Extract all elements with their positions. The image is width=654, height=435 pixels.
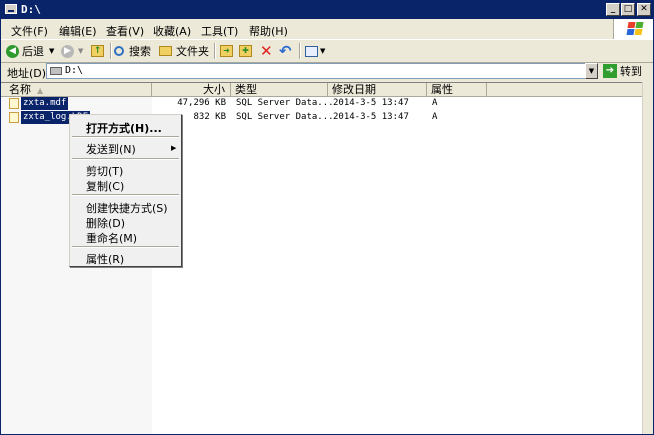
column-name-label: 名称 [9,83,31,96]
address-dropdown-button[interactable]: ▼ [585,63,598,79]
menu-favorites[interactable]: 收藏(A) [153,23,191,39]
toolbar-separator [214,43,216,59]
back-dropdown-icon[interactable]: ▼ [49,47,54,55]
drive-icon [50,67,62,75]
file-attributes: A [432,112,438,122]
folders-label: 文件夹 [176,45,209,58]
explorer-window: D:\ _ □ ✕ 文件(F) 编辑(E) 查看(V) 收藏(A) 工具(T) … [0,0,654,435]
back-label: 后退 [22,45,44,58]
menu-edit[interactable]: 编辑(E) [59,23,97,39]
file-type: SQL Server Data... [236,98,334,108]
address-bar: 地址(D) D:\ ▼ ➔ 转到 [1,62,653,81]
back-button[interactable]: ◀ 后退 ▼ [6,43,54,59]
menu-cut[interactable]: 剪切(T) [86,163,123,179]
menu-separator [72,194,179,196]
menu-separator [72,136,179,138]
search-icon [114,46,124,56]
submenu-arrow-icon: ▶ [171,144,177,152]
forward-button[interactable]: ▶ ▼ [61,43,83,59]
file-name[interactable]: zxta.mdf [21,97,69,110]
folder-icon [159,46,172,56]
column-modified[interactable]: 修改日期 [328,83,427,96]
delete-x-icon: ✕ [260,42,273,60]
close-button[interactable]: ✕ [637,3,651,16]
search-button[interactable]: 搜索 [114,43,151,59]
drive-window-icon[interactable] [5,4,17,14]
menu-open-with[interactable]: 打开方式(H)... [86,120,162,136]
file-icon [9,98,19,109]
file-type: SQL Server Data... [236,112,334,122]
context-menu: 打开方式(H)... 发送到(N) ▶ 剪切(T) 复制(C) 创建快捷方式(S… [69,114,182,267]
file-attributes: A [432,98,438,108]
views-icon [305,45,318,57]
move-to-icon: ➜ [220,45,233,57]
address-value: D:\ [65,65,84,76]
menu-delete[interactable]: 删除(D) [86,215,125,231]
column-size[interactable]: 大小 [152,83,231,96]
column-type[interactable]: 类型 [231,83,328,96]
copy-to-button[interactable]: ✚ [239,43,252,59]
menu-view[interactable]: 查看(V) [106,23,144,39]
window-title: D:\ [21,3,41,16]
file-size: 47,296 KB [177,98,226,108]
copy-to-icon: ✚ [239,45,252,57]
views-button[interactable]: ▼ [305,43,325,59]
views-dropdown-icon[interactable]: ▼ [320,47,325,55]
address-input[interactable]: D:\ [46,63,598,79]
undo-icon: ↶ [279,42,292,60]
go-arrow-icon: ➔ [603,64,617,78]
menu-rename[interactable]: 重命名(M) [86,230,137,246]
column-name[interactable]: 名称 ▲ [1,83,152,96]
menu-file[interactable]: 文件(F) [11,23,48,39]
forward-dropdown-icon[interactable]: ▼ [78,47,83,55]
windows-logo-icon [613,19,653,39]
menu-separator [72,158,179,160]
maximize-button[interactable]: □ [621,3,635,16]
toolbar: ◀ 后退 ▼ ▶ ▼ ↑ 搜索 文件夹 ➜ ✚ ✕ ↶ ▼ [1,39,653,63]
title-bar[interactable]: D:\ _ □ ✕ [1,1,653,19]
delete-button[interactable]: ✕ [260,43,273,59]
menu-separator [72,246,179,248]
column-modified-label: 修改日期 [332,83,376,96]
menu-properties[interactable]: 属性(R) [86,251,124,267]
column-type-label: 类型 [235,83,257,96]
go-button[interactable]: ➔ 转到 [603,63,642,79]
address-label: 地址(D) [7,67,47,80]
column-attributes-label: 属性 [431,83,453,96]
column-attributes[interactable]: 属性 [427,83,487,96]
menu-bar: 文件(F) 编辑(E) 查看(V) 收藏(A) 工具(T) 帮助(H) [1,19,611,39]
vertical-scrollbar[interactable] [642,82,653,434]
go-label: 转到 [620,65,642,78]
toolbar-separator [299,43,301,59]
menu-tools[interactable]: 工具(T) [201,23,238,39]
toolbar-separator [110,43,112,59]
move-to-button[interactable]: ➜ [220,43,233,59]
file-modified: 2014-3-5 13:47 [333,112,409,122]
minimize-button[interactable]: _ [606,3,620,16]
up-folder-button[interactable]: ↑ [91,43,104,59]
forward-arrow-icon: ▶ [61,44,74,58]
back-arrow-icon: ◀ [6,44,19,58]
menu-create-shortcut[interactable]: 创建快捷方式(S) [86,200,168,216]
folders-button[interactable]: 文件夹 [159,43,209,59]
column-size-label: 大小 [203,83,225,96]
sort-ascending-icon: ▲ [37,86,44,95]
menu-help[interactable]: 帮助(H) [249,23,288,39]
up-folder-icon: ↑ [91,45,104,57]
menu-copy[interactable]: 复制(C) [86,178,124,194]
file-icon [9,112,19,123]
table-row[interactable]: zxta.mdf 47,296 KB SQL Server Data... 20… [1,97,642,110]
menu-send-to[interactable]: 发送到(N) [86,141,136,157]
search-label: 搜索 [129,45,151,58]
undo-button[interactable]: ↶ [279,43,292,59]
column-header: 名称 ▲ 大小 类型 修改日期 属性 [1,83,642,97]
file-modified: 2014-3-5 13:47 [333,98,409,108]
